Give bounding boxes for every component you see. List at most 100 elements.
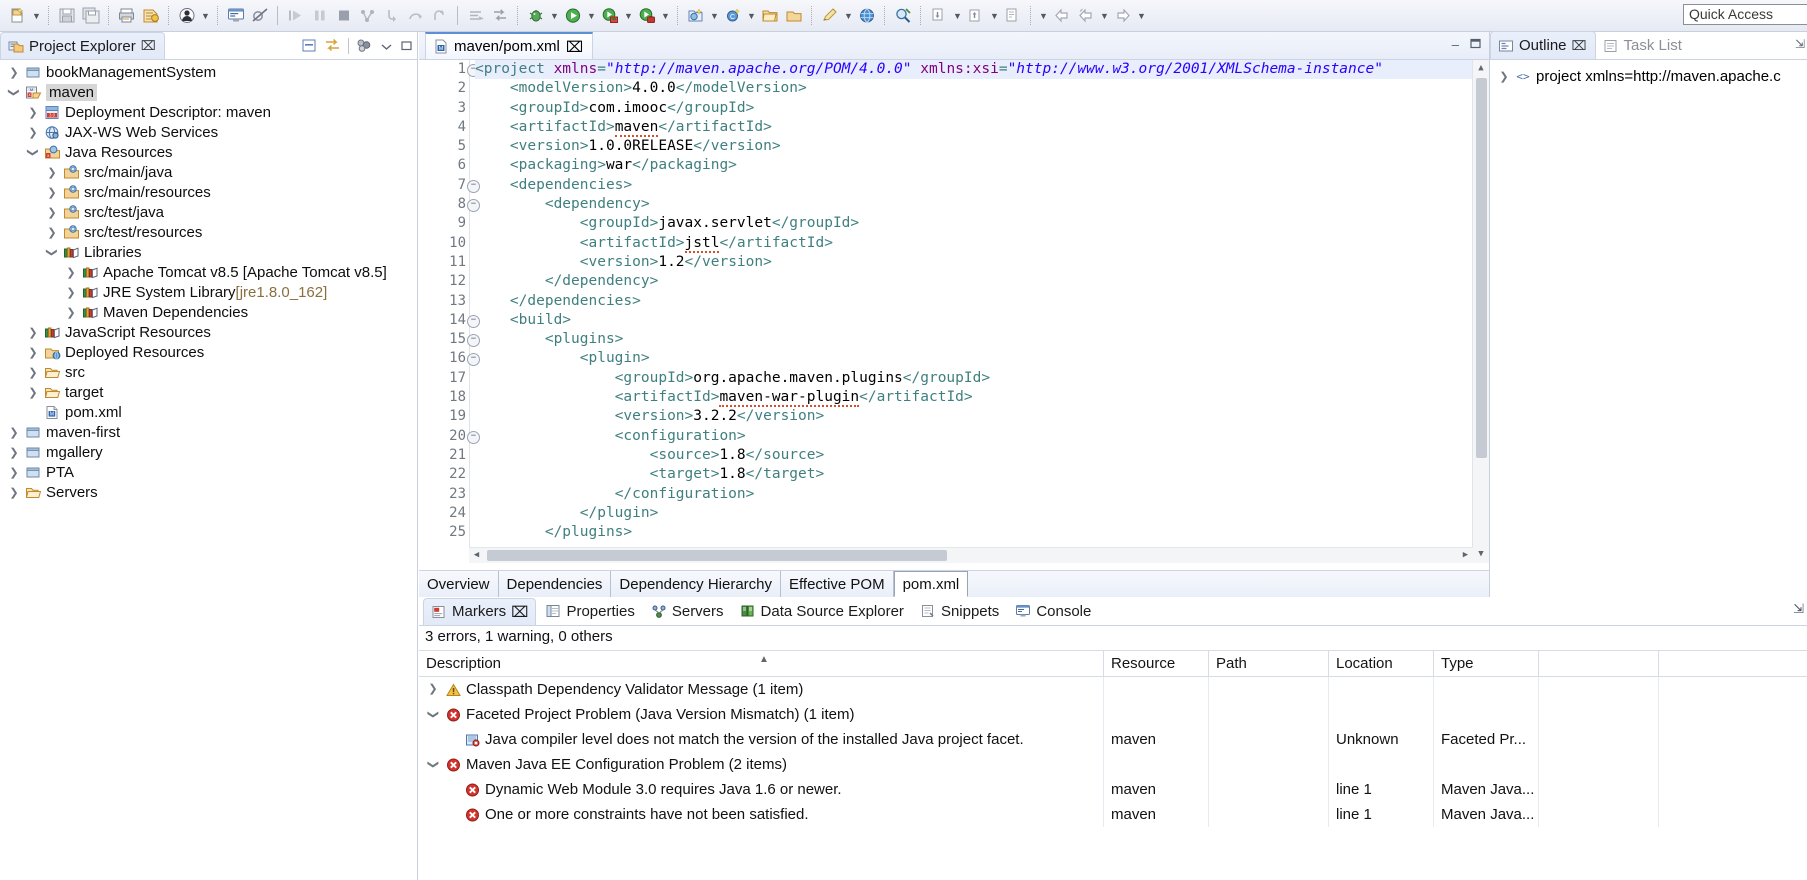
- chevron-right-icon[interactable]: ❯: [4, 446, 24, 459]
- chevron-right-icon[interactable]: ❯: [61, 266, 81, 279]
- print-icon[interactable]: [115, 4, 139, 28]
- open-type-icon[interactable]: [758, 4, 782, 28]
- outline-twisty-icon[interactable]: ❯: [1494, 70, 1514, 83]
- code-line[interactable]: <version>1.2</version>: [475, 253, 1489, 272]
- toggle-mark-occurrences-icon[interactable]: [464, 4, 488, 28]
- tree-item-jre-system-library[interactable]: ❯ JRE System Library [jre1.8.0_162]: [0, 282, 417, 302]
- link-with-editor-icon[interactable]: [324, 38, 341, 53]
- chevron-right-icon[interactable]: ❯: [4, 426, 24, 439]
- editor-page-tab-overview[interactable]: Overview: [419, 571, 499, 597]
- run-server-icon[interactable]: [598, 4, 622, 28]
- tree-item-bookmanagementsystem[interactable]: ❯ bookManagementSystem: [0, 62, 417, 82]
- import-dropdown-arrow[interactable]: ▼: [951, 4, 964, 28]
- tab-maven-pom-xml[interactable]: M maven/pom.xml ⌧: [425, 32, 594, 59]
- code-line[interactable]: <configuration>: [475, 427, 1489, 446]
- run-server-dropdown-arrow[interactable]: ▼: [622, 4, 635, 28]
- tab-servers[interactable]: Servers: [644, 598, 731, 624]
- tree-item-src[interactable]: ❯ src: [0, 362, 417, 382]
- link-with-editor-icon[interactable]: [488, 4, 512, 28]
- tree-item-jax-ws-web-services[interactable]: ❯ JAX-WS Web Services: [0, 122, 417, 142]
- code-line[interactable]: <version>3.2.2</version>: [475, 407, 1489, 426]
- minimize-icon[interactable]: [380, 39, 393, 52]
- code-line[interactable]: <build>: [475, 311, 1489, 330]
- horizontal-scroll-thumb[interactable]: [487, 550, 947, 561]
- tree-item-src-main-java[interactable]: ❯ src/main/java: [0, 162, 417, 182]
- new-dropdown-arrow[interactable]: ▼: [30, 4, 43, 28]
- save-icon[interactable]: [55, 4, 79, 28]
- profile-dropdown-arrow[interactable]: ▼: [659, 4, 672, 28]
- editor-page-tab-dependencies[interactable]: Dependencies: [498, 571, 612, 597]
- code-line[interactable]: </dependencies>: [475, 292, 1489, 311]
- quick-access-input[interactable]: Quick Access: [1683, 4, 1807, 25]
- suspend-icon[interactable]: [308, 4, 332, 28]
- code-line[interactable]: <artifactId>maven</artifactId>: [475, 118, 1489, 137]
- chevron-right-icon[interactable]: ❯: [42, 206, 62, 219]
- chevron-right-icon[interactable]: ❯: [23, 326, 43, 339]
- tree-item-javascript-resources[interactable]: ❯ JavaScript Resources: [0, 322, 417, 342]
- open-console-icon[interactable]: [224, 4, 248, 28]
- close-icon[interactable]: ⌧: [566, 38, 583, 56]
- tab-task-list[interactable]: Task List: [1596, 32, 1690, 59]
- resume-icon[interactable]: [284, 4, 308, 28]
- tab-console[interactable]: Console: [1008, 598, 1098, 624]
- column-header-extra[interactable]: [1539, 651, 1659, 676]
- tree-item-libraries[interactable]: ❯ Libraries: [0, 242, 417, 262]
- chevron-right-icon[interactable]: ❯: [42, 166, 62, 179]
- column-header-path[interactable]: Path: [1209, 651, 1329, 676]
- table-row[interactable]: Dynamic Web Module 3.0 requires Java 1.6…: [419, 777, 1807, 802]
- view-menu-icon[interactable]: [356, 38, 373, 53]
- new-package-dropdown-arrow[interactable]: ▼: [708, 4, 721, 28]
- source-code[interactable]: <project xmlns="http://maven.apache.org/…: [475, 60, 1489, 563]
- tree-item-deployed-resources[interactable]: ❯ Deployed Resources: [0, 342, 417, 362]
- step-over-icon[interactable]: [404, 4, 428, 28]
- code-line[interactable]: <modelVersion>4.0.0</modelVersion>: [475, 79, 1489, 98]
- tree-item-apache-tomcat-v8-5-apache-tomcat-v8-5[interactable]: ❯ Apache Tomcat v8.5 [Apache Tomcat v8.5]: [0, 262, 417, 282]
- tab-outline[interactable]: Outline ⌧: [1490, 31, 1596, 59]
- scroll-right-icon[interactable]: ▶: [1458, 548, 1473, 563]
- restore-icon[interactable]: ⇲: [1793, 601, 1804, 617]
- code-editing-area[interactable]: 1−2 3 4 5 6 7−8−9 10 11 12 13 14−15−16−17 18 19 20−21…: [419, 60, 1489, 563]
- code-line[interactable]: <packaging>war</packaging>: [475, 156, 1489, 175]
- export-icon[interactable]: [964, 4, 988, 28]
- column-header-resource[interactable]: Resource: [1104, 651, 1209, 676]
- line-number-gutter[interactable]: 1−2 3 4 5 6 7−8−9 10 11 12 13 14−15−16−17 18 19 20−21…: [419, 60, 480, 563]
- code-line[interactable]: <groupId>org.apache.maven.plugins</group…: [475, 369, 1489, 388]
- next-annotation-dropdown-arrow[interactable]: ▼: [1037, 4, 1050, 28]
- chevron-down-icon[interactable]: ❯: [27, 142, 40, 162]
- new-class-icon[interactable]: C: [721, 4, 745, 28]
- chevron-right-icon[interactable]: ❯: [23, 346, 43, 359]
- project-tree[interactable]: ❯ bookManagementSystem ❯ Mx maven ❯ 3.0 Deploym…: [0, 62, 417, 502]
- profile-icon[interactable]: [635, 4, 659, 28]
- debug-dropdown-arrow[interactable]: ▼: [548, 4, 561, 28]
- back-dropdown-arrow[interactable]: ▼: [1098, 4, 1111, 28]
- chevron-right-icon[interactable]: ❯: [61, 286, 81, 299]
- next-annotation-icon[interactable]: [1001, 4, 1025, 28]
- code-line[interactable]: <plugin>: [475, 349, 1489, 368]
- code-line[interactable]: <dependency>: [475, 195, 1489, 214]
- run-dropdown-arrow[interactable]: ▼: [585, 4, 598, 28]
- column-header-type[interactable]: Type: [1434, 651, 1539, 676]
- tree-item-src-test-resources[interactable]: ❯ src/test/resources: [0, 222, 417, 242]
- debug-icon[interactable]: [524, 4, 548, 28]
- skip-breakpoints-icon[interactable]: [248, 4, 272, 28]
- close-icon[interactable]: ⌧: [511, 603, 528, 621]
- code-line[interactable]: <groupId>javax.servlet</groupId>: [475, 214, 1489, 233]
- back-icon[interactable]: [1050, 4, 1074, 28]
- code-line[interactable]: <groupId>com.imooc</groupId>: [475, 99, 1489, 118]
- markers-table-header[interactable]: ▲ Description Resource Path Location Type: [419, 650, 1807, 677]
- chevron-down-icon[interactable]: ❯: [8, 82, 21, 102]
- table-row[interactable]: ❯ Classpath Dependency Validator Message …: [419, 677, 1807, 702]
- restore-icon[interactable]: ⇲: [1795, 37, 1805, 51]
- tree-item-java-resources[interactable]: ❯ x Java Resources: [0, 142, 417, 162]
- table-row[interactable]: ❯ Faceted Project Problem (Java Version M…: [419, 702, 1807, 727]
- tree-item-servers[interactable]: ❯ Servers: [0, 482, 417, 502]
- scroll-up-icon[interactable]: ▲: [1475, 62, 1487, 75]
- chevron-right-icon[interactable]: ❯: [4, 486, 24, 499]
- minimize-icon[interactable]: –: [1452, 37, 1459, 52]
- close-icon[interactable]: ⌧: [141, 38, 156, 54]
- chevron-right-icon[interactable]: ❯: [23, 106, 43, 119]
- edit-icon[interactable]: [818, 4, 842, 28]
- edit-dropdown-arrow[interactable]: ▼: [842, 4, 855, 28]
- code-line[interactable]: </dependency>: [475, 272, 1489, 291]
- export-dropdown-arrow[interactable]: ▼: [988, 4, 1001, 28]
